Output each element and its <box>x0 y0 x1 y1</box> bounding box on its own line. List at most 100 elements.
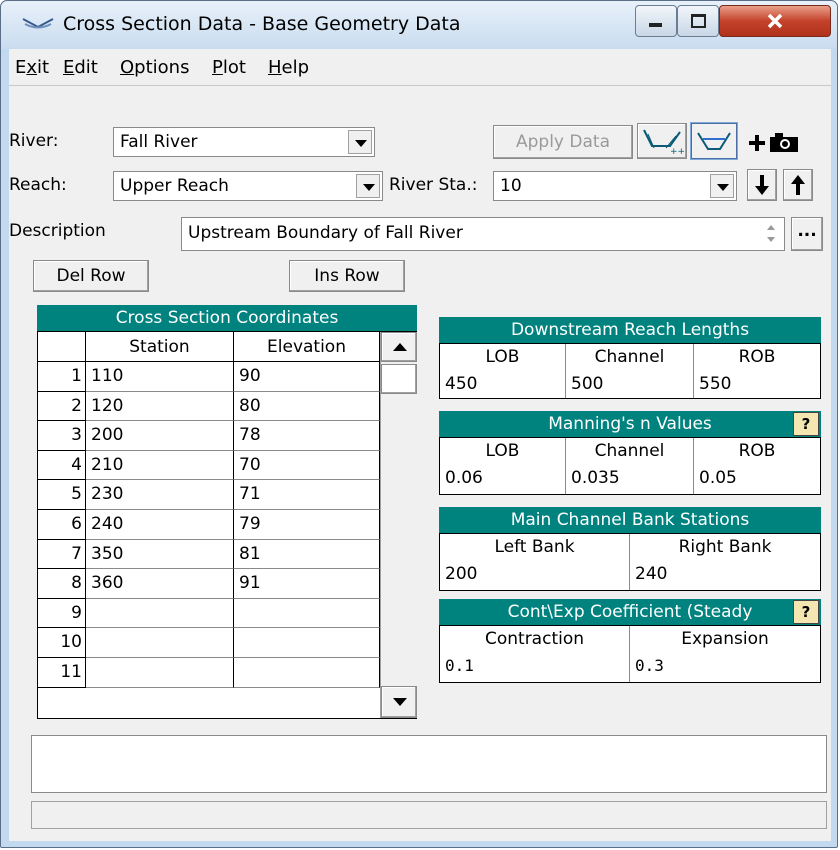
channel-length-cell[interactable]: 500 <box>566 370 694 398</box>
plus-icon[interactable] <box>747 133 767 153</box>
station-cell[interactable]: 360 <box>86 569 234 599</box>
elevation-cell[interactable] <box>234 628 380 658</box>
minimize-button[interactable] <box>635 5 677 37</box>
reach-value: Upper Reach <box>120 176 229 196</box>
title-bar[interactable]: Cross Section Data - Base Geometry Data <box>1 1 837 49</box>
coefficients-help-button[interactable]: ? <box>793 600 819 624</box>
contraction-cell[interactable]: 0.1 <box>440 652 630 682</box>
window-title: Cross Section Data - Base Geometry Data <box>63 13 461 35</box>
elevation-cell[interactable]: 71 <box>234 480 380 510</box>
left-bank-header: Left Bank <box>440 534 630 561</box>
scroll-up-button[interactable] <box>381 332 417 362</box>
station-cell[interactable]: 120 <box>86 391 234 422</box>
previous-station-button[interactable] <box>783 169 813 201</box>
chevron-down-icon[interactable] <box>710 174 734 198</box>
row-number[interactable]: 1 <box>38 362 86 392</box>
description-value: Upstream Boundary of Fall River <box>188 223 463 243</box>
elevation-cell[interactable]: 70 <box>234 450 380 481</box>
ins-row-button[interactable]: Ins Row <box>289 260 405 292</box>
menu-edit[interactable]: Edit <box>63 57 98 78</box>
scroll-thumb[interactable] <box>381 364 417 394</box>
interpolate-button[interactable]: +++ <box>637 123 687 159</box>
menu-options[interactable]: Options <box>120 57 189 78</box>
menu-exit[interactable]: Exit <box>15 57 49 78</box>
menu-plot[interactable]: Plot <box>212 57 246 78</box>
station-cell[interactable]: 110 <box>86 362 234 392</box>
lob-length-cell[interactable]: 450 <box>440 370 566 398</box>
expansion-cell[interactable]: 0.3 <box>630 652 820 682</box>
window-menu-icon[interactable] <box>21 11 55 37</box>
coefficients-table: Contraction Expansion 0.1 0.3 <box>439 625 821 683</box>
camera-icon[interactable] <box>769 131 799 153</box>
elevation-cell[interactable] <box>234 658 380 688</box>
rob-n-cell[interactable]: 0.05 <box>694 464 820 494</box>
scroll-down-icon[interactable] <box>767 237 775 242</box>
river-sta-select[interactable]: 10 <box>493 171 737 201</box>
right-bank-cell[interactable]: 240 <box>630 560 820 590</box>
lob-header: LOB <box>440 344 566 371</box>
elevation-cell[interactable]: 81 <box>234 539 380 570</box>
station-cell[interactable]: 210 <box>86 450 234 481</box>
row-number[interactable]: 6 <box>38 510 86 540</box>
mannings-help-button[interactable]: ? <box>793 412 819 436</box>
row-number[interactable]: 9 <box>38 598 86 629</box>
station-cell[interactable]: 230 <box>86 480 234 510</box>
river-select[interactable]: Fall River <box>113 127 375 157</box>
row-number[interactable]: 8 <box>38 569 86 599</box>
row-number[interactable]: 3 <box>38 421 86 451</box>
row-number[interactable]: 4 <box>38 450 86 481</box>
channel-header: Channel <box>566 344 694 371</box>
station-cell[interactable]: 350 <box>86 539 234 570</box>
elevation-cell[interactable]: 78 <box>234 421 380 451</box>
station-cell[interactable]: 200 <box>86 421 234 451</box>
table-scrollbar[interactable] <box>380 332 417 718</box>
reach-select[interactable]: Upper Reach <box>113 171 383 201</box>
lob-n-cell[interactable]: 0.06 <box>440 464 566 494</box>
river-sta-value: 10 <box>500 176 522 196</box>
scroll-up-icon[interactable] <box>767 225 775 230</box>
left-bank-cell[interactable]: 200 <box>440 560 630 590</box>
chevron-down-icon[interactable] <box>356 174 380 198</box>
elevation-cell[interactable] <box>234 598 380 629</box>
description-more-button[interactable]: ... <box>791 217 823 251</box>
scroll-down-button[interactable] <box>381 686 417 718</box>
row-number[interactable]: 7 <box>38 539 86 570</box>
description-field[interactable]: Upstream Boundary of Fall River <box>181 217 785 251</box>
elevation-header: Elevation <box>234 332 380 362</box>
description-scrollbar[interactable] <box>764 222 778 246</box>
svg-text:+++: +++ <box>670 147 684 156</box>
station-cell[interactable]: 240 <box>86 510 234 540</box>
del-row-button[interactable]: Del Row <box>33 260 149 292</box>
close-button[interactable] <box>719 5 831 37</box>
coefficients-title-text: Cont\Exp Coefficient (Steady <box>507 602 753 622</box>
station-cell[interactable] <box>86 628 234 658</box>
row-number[interactable]: 2 <box>38 391 86 422</box>
row-number[interactable]: 11 <box>38 658 86 688</box>
chevron-down-icon[interactable] <box>348 130 372 154</box>
water-surface-button[interactable] <box>691 123 737 159</box>
rob-header: ROB <box>694 344 820 371</box>
river-value: Fall River <box>120 132 198 152</box>
rob-length-cell[interactable]: 550 <box>694 370 820 398</box>
channel-n-cell[interactable]: 0.035 <box>566 464 694 494</box>
row-number[interactable]: 10 <box>38 628 86 658</box>
elevation-cell[interactable]: 80 <box>234 391 380 422</box>
elevation-cell[interactable]: 90 <box>234 362 380 392</box>
contraction-header: Contraction <box>440 626 630 653</box>
maximize-button[interactable] <box>677 5 719 37</box>
reach-label: Reach: <box>9 175 67 195</box>
mannings-title-text: Manning's n Values <box>548 414 712 434</box>
elevation-cell[interactable]: 79 <box>234 510 380 540</box>
elevation-cell[interactable]: 91 <box>234 569 380 599</box>
bank-stations-table: Left Bank Right Bank 200 240 <box>439 533 821 591</box>
station-cell[interactable] <box>86 598 234 629</box>
interpolate-icon: +++ <box>643 129 684 156</box>
rob-header: ROB <box>694 438 820 465</box>
river-sta-label: River Sta.: <box>389 175 478 195</box>
next-station-button[interactable] <box>747 169 777 201</box>
station-cell[interactable] <box>86 658 234 688</box>
apply-data-button[interactable]: Apply Data <box>493 125 633 159</box>
menu-help[interactable]: Help <box>268 57 309 78</box>
row-number[interactable]: 5 <box>38 480 86 510</box>
menu-bar: Exit Edit Options Plot Help <box>9 49 831 86</box>
